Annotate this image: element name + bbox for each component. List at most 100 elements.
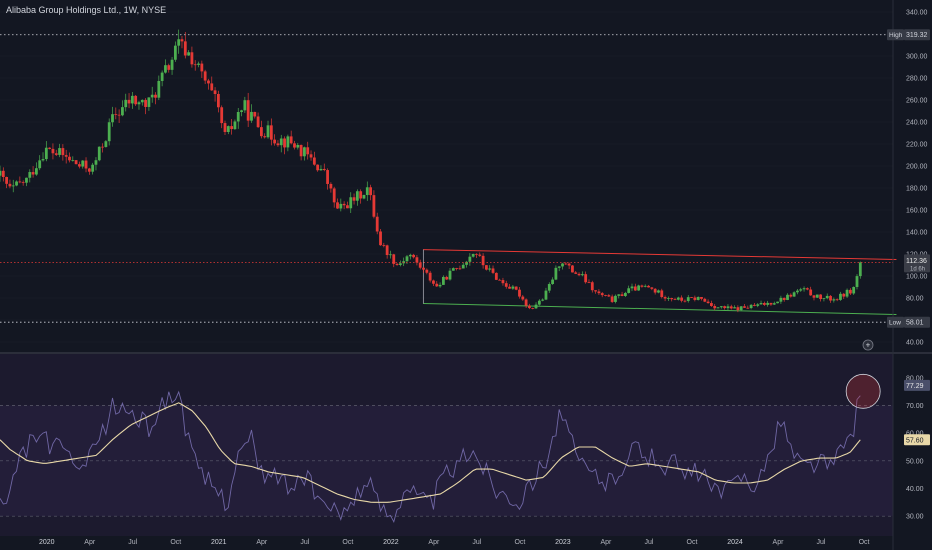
candle-body bbox=[812, 295, 816, 298]
chart-canvas[interactable]: 340.00320.00300.00280.00260.00240.00220.… bbox=[0, 0, 932, 550]
candle-body bbox=[164, 65, 167, 73]
candle-body bbox=[600, 293, 604, 296]
price-tick-label: 180.00 bbox=[906, 186, 928, 193]
candle-body bbox=[405, 256, 409, 262]
candle-body bbox=[782, 297, 786, 300]
candle-body bbox=[326, 170, 329, 184]
candle-body bbox=[25, 177, 28, 183]
candle-body bbox=[666, 298, 670, 299]
candle-body bbox=[438, 284, 442, 287]
rsi-tick-label: 40.00 bbox=[906, 486, 924, 493]
candle-body bbox=[597, 291, 601, 294]
candle-body bbox=[719, 306, 723, 308]
candle-body bbox=[749, 304, 753, 309]
candle-body bbox=[144, 99, 147, 107]
time-tick-label: 2023 bbox=[555, 539, 571, 546]
candle-body bbox=[825, 295, 829, 299]
candle-body bbox=[435, 283, 439, 287]
candle-body bbox=[382, 245, 386, 246]
candle-body bbox=[269, 125, 273, 140]
candle-body bbox=[147, 97, 151, 107]
candle-body bbox=[273, 139, 277, 144]
candle-body bbox=[660, 290, 664, 298]
candle-body bbox=[104, 141, 108, 147]
candle-body bbox=[799, 289, 803, 291]
candle-body bbox=[15, 181, 18, 186]
candle-body bbox=[561, 263, 564, 267]
chart-title: Alibaba Group Holdings Ltd., 1W, NYSE bbox=[6, 5, 167, 15]
candle-body bbox=[729, 306, 733, 309]
candle-body bbox=[822, 298, 826, 300]
candle-body bbox=[78, 164, 81, 167]
rsi-tick-label: 50.00 bbox=[906, 458, 924, 465]
time-tick-label: Jul bbox=[644, 539, 653, 546]
candle-body bbox=[620, 294, 624, 296]
add-indicator-button[interactable]: + bbox=[862, 339, 874, 351]
candle-body bbox=[657, 290, 660, 293]
candle-body bbox=[551, 279, 554, 285]
time-tick-label: 2022 bbox=[383, 539, 399, 546]
candle-body bbox=[779, 297, 783, 302]
candle-body bbox=[468, 256, 472, 262]
candle-body bbox=[31, 172, 35, 175]
candle-body bbox=[772, 303, 776, 305]
candle-body bbox=[428, 272, 432, 281]
candle-body bbox=[412, 254, 416, 258]
candle-body bbox=[263, 136, 267, 138]
candle-body bbox=[137, 102, 141, 105]
candle-body bbox=[44, 147, 48, 160]
candle-body bbox=[177, 39, 181, 46]
candle-body bbox=[339, 203, 343, 209]
candle-body bbox=[511, 286, 515, 289]
candle-body bbox=[494, 272, 498, 280]
candle-body bbox=[190, 52, 194, 65]
candle-body bbox=[498, 279, 502, 281]
candle-body bbox=[670, 298, 674, 300]
candle-body bbox=[475, 253, 478, 255]
candle-body bbox=[329, 183, 333, 189]
candle-body bbox=[346, 205, 349, 209]
candle-body bbox=[743, 306, 746, 308]
candle-body bbox=[762, 303, 766, 305]
rsi-tick-label: 70.00 bbox=[906, 403, 924, 410]
time-tick-label: Apr bbox=[256, 539, 268, 546]
rsi-readout: 77.29 bbox=[906, 383, 924, 390]
candle-body bbox=[733, 307, 736, 309]
candle-body bbox=[683, 300, 687, 302]
candle-body bbox=[8, 183, 12, 187]
candle-body bbox=[316, 164, 320, 171]
candle-body bbox=[541, 299, 545, 301]
candle-body bbox=[557, 266, 561, 268]
candle-body bbox=[792, 292, 796, 297]
candle-body bbox=[256, 116, 260, 128]
candle-body bbox=[759, 303, 763, 305]
candle-body bbox=[312, 157, 316, 165]
candle-body bbox=[534, 304, 538, 309]
candle-body bbox=[233, 121, 237, 130]
candle-body bbox=[531, 308, 535, 309]
time-tick-label: Oct bbox=[687, 539, 698, 546]
candle-body bbox=[283, 138, 286, 148]
candle-body bbox=[87, 168, 91, 172]
candle-body bbox=[756, 304, 760, 306]
candle-body bbox=[633, 286, 637, 291]
candle-body bbox=[716, 307, 720, 309]
candle-body bbox=[203, 71, 207, 81]
candle-body bbox=[64, 155, 68, 157]
candle-body bbox=[587, 282, 591, 284]
candle-body bbox=[577, 273, 581, 276]
candle-body bbox=[580, 274, 584, 276]
candle-body bbox=[54, 153, 58, 155]
candle-body bbox=[544, 290, 548, 300]
candle-body bbox=[355, 191, 359, 201]
candle-body bbox=[690, 297, 693, 298]
candle-body bbox=[379, 231, 382, 246]
candle-body bbox=[845, 289, 849, 297]
candle-body bbox=[627, 288, 631, 293]
time-tick-label: Apr bbox=[84, 539, 96, 546]
candle-body bbox=[726, 306, 730, 309]
time-tick-label: Jul bbox=[300, 539, 309, 546]
candle-body bbox=[240, 110, 243, 113]
time-tick-label: Oct bbox=[514, 539, 525, 546]
candle-body bbox=[68, 156, 71, 161]
